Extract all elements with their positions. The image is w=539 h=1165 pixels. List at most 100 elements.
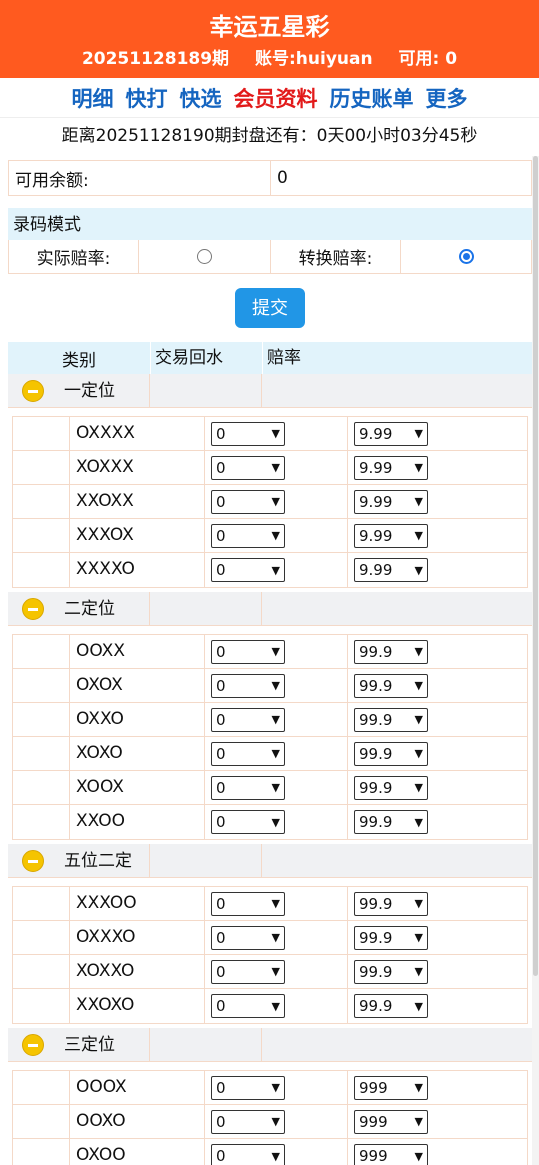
chevron-down-icon: ▼ — [414, 529, 423, 542]
rebate-select[interactable]: 0 ▼ — [211, 455, 285, 480]
nav-link-3[interactable]: 会员资料 — [234, 83, 318, 113]
rebate-value: 0 — [216, 894, 226, 913]
collapse-icon[interactable] — [22, 1033, 44, 1056]
rebate-select[interactable]: 0 ▼ — [211, 421, 285, 446]
nav-link-5[interactable]: 更多 — [426, 83, 468, 113]
table-row: XXOO 0 ▼ 99.9 ▼ — [13, 805, 527, 839]
odds-value: 99.9 — [359, 928, 393, 947]
table-row: OOOX 0 ▼ 999 ▼ — [13, 1071, 527, 1105]
collapse-icon[interactable] — [22, 849, 44, 872]
app-header: 幸运五星彩 20251128189期 账号:huiyuan 可用: 0 — [0, 0, 539, 78]
chevron-down-icon: ▼ — [414, 1115, 423, 1128]
rebate-select[interactable]: 0 ▼ — [211, 1109, 285, 1134]
bet-pattern: XXOO — [70, 805, 205, 839]
rebate-value: 0 — [216, 778, 226, 797]
table-row: OOXO 0 ▼ 999 ▼ — [13, 1105, 527, 1139]
rebate-value: 0 — [216, 813, 226, 831]
odds-value: 9.99 — [359, 424, 393, 443]
section-table: OOOX 0 ▼ 999 ▼ OOXO 0 ▼ 999 ▼ OXOO 0 ▼ 999 ▼ — [12, 1070, 528, 1165]
rebate-value: 0 — [216, 458, 226, 477]
odds-select[interactable]: 99.9 ▼ — [354, 959, 428, 984]
odds-select[interactable]: 99.9 ▼ — [354, 775, 428, 800]
rebate-value: 0 — [216, 710, 226, 729]
entry-mode: 录码模式 实际赔率: 转换赔率: — [8, 208, 532, 274]
odds-select[interactable]: 99.9 ▼ — [354, 925, 428, 950]
odds-select[interactable]: 999 ▼ — [354, 1109, 428, 1134]
rebate-value: 0 — [216, 1078, 226, 1097]
bet-pattern: OOXO — [70, 1105, 205, 1138]
nav-link-2[interactable]: 快选 — [180, 83, 222, 113]
rebate-select[interactable]: 0 ▼ — [211, 810, 285, 834]
rebate-select[interactable]: 0 ▼ — [211, 523, 285, 548]
rebate-value: 0 — [216, 424, 226, 443]
entry-mode-title: 录码模式 — [8, 208, 532, 240]
chevron-down-icon: ▼ — [414, 1081, 423, 1094]
bet-pattern: OXOX — [70, 669, 205, 702]
rebate-select[interactable]: 0 ▼ — [211, 489, 285, 514]
odds-select[interactable]: 9.99 ▼ — [354, 455, 428, 480]
odds-value: 999 — [359, 1112, 388, 1131]
odds-value: 99.9 — [359, 778, 393, 797]
table-row: OXOO 0 ▼ 999 ▼ — [13, 1139, 527, 1165]
submit-button[interactable]: 提交 — [235, 288, 305, 328]
odds-value: 99.9 — [359, 962, 393, 981]
odds-select[interactable]: 999 ▼ — [354, 1075, 428, 1100]
rebate-select[interactable]: 0 ▼ — [211, 1075, 285, 1100]
odds-value: 99.9 — [359, 710, 393, 729]
section-name: 二定位 — [58, 592, 150, 625]
section-table: XXXOO 0 ▼ 99.9 ▼ OXXXO 0 ▼ 99.9 ▼ XOXXO 0 ▼ 99.9 ▼ XXOX… — [12, 886, 528, 1024]
actual-odds-radio[interactable] — [197, 249, 212, 264]
nav-link-1[interactable]: 快打 — [126, 83, 168, 113]
rebate-select[interactable]: 0 ▼ — [211, 891, 285, 916]
scrollbar[interactable] — [532, 156, 539, 1165]
odds-select[interactable]: 99.9 ▼ — [354, 810, 428, 834]
rebate-select[interactable]: 0 ▼ — [211, 707, 285, 732]
odds-select[interactable]: 99.9 ▼ — [354, 741, 428, 766]
odds-select[interactable]: 99.9 ▼ — [354, 891, 428, 916]
rebate-select[interactable]: 0 ▼ — [211, 1144, 285, 1165]
chevron-down-icon: ▼ — [414, 461, 423, 474]
chevron-down-icon: ▼ — [414, 815, 423, 829]
period-number: 20251128189期 — [81, 49, 230, 69]
odds-select[interactable]: 9.99 ▼ — [354, 523, 428, 548]
table-row: OXOX 0 ▼ 99.9 ▼ — [13, 669, 527, 703]
rebate-select[interactable]: 0 ▼ — [211, 994, 285, 1018]
rebate-select[interactable]: 0 ▼ — [211, 673, 285, 698]
rebate-select[interactable]: 0 ▼ — [211, 775, 285, 800]
odds-select[interactable]: 9.99 ▼ — [354, 421, 428, 446]
odds-select[interactable]: 999 ▼ — [354, 1144, 428, 1165]
collapse-icon[interactable] — [22, 379, 44, 402]
balance-value: 0 — [277, 168, 288, 188]
header-info: 20251128189期 账号:huiyuan 可用: 0 — [0, 44, 539, 78]
odds-select[interactable]: 9.99 ▼ — [354, 489, 428, 514]
rebate-select[interactable]: 0 ▼ — [211, 639, 285, 664]
odds-select[interactable]: 99.9 ▼ — [354, 994, 428, 1018]
collapse-icon[interactable] — [22, 597, 44, 620]
nav-link-0[interactable]: 明细 — [72, 83, 114, 113]
rebate-select[interactable]: 0 ▼ — [211, 741, 285, 766]
bet-pattern: XOOX — [70, 771, 205, 804]
section-header: 二定位 — [8, 592, 532, 626]
section-table: OXXXX 0 ▼ 9.99 ▼ XOXXX 0 ▼ 9.99 ▼ XXOXX 0 ▼ 9.99 ▼ XXXO… — [12, 416, 528, 588]
odds-value: 99.9 — [359, 744, 393, 763]
balance-row: 可用余额: 0 — [8, 160, 532, 196]
odds-value: 9.99 — [359, 492, 393, 511]
bet-pattern: XXOXX — [70, 485, 205, 518]
rebate-value: 0 — [216, 928, 226, 947]
table-row: OXXO 0 ▼ 99.9 ▼ — [13, 703, 527, 737]
chevron-down-icon: ▼ — [271, 427, 280, 440]
odds-select[interactable]: 99.9 ▼ — [354, 707, 428, 732]
rebate-select[interactable]: 0 ▼ — [211, 959, 285, 984]
rebate-select[interactable]: 0 ▼ — [211, 925, 285, 950]
chevron-down-icon: ▼ — [414, 965, 423, 978]
chevron-down-icon: ▼ — [414, 747, 423, 760]
table-row: XOXXX 0 ▼ 9.99 ▼ — [13, 451, 527, 485]
odds-select[interactable]: 9.99 ▼ — [354, 558, 428, 582]
rebate-select[interactable]: 0 ▼ — [211, 558, 285, 582]
scrollbar-thumb[interactable] — [533, 156, 538, 976]
nav-link-4[interactable]: 历史账单 — [330, 83, 414, 113]
odds-select[interactable]: 99.9 ▼ — [354, 639, 428, 664]
convert-odds-radio[interactable] — [458, 249, 474, 264]
entry-mode-options: 实际赔率: 转换赔率: — [8, 240, 532, 274]
odds-select[interactable]: 99.9 ▼ — [354, 673, 428, 698]
